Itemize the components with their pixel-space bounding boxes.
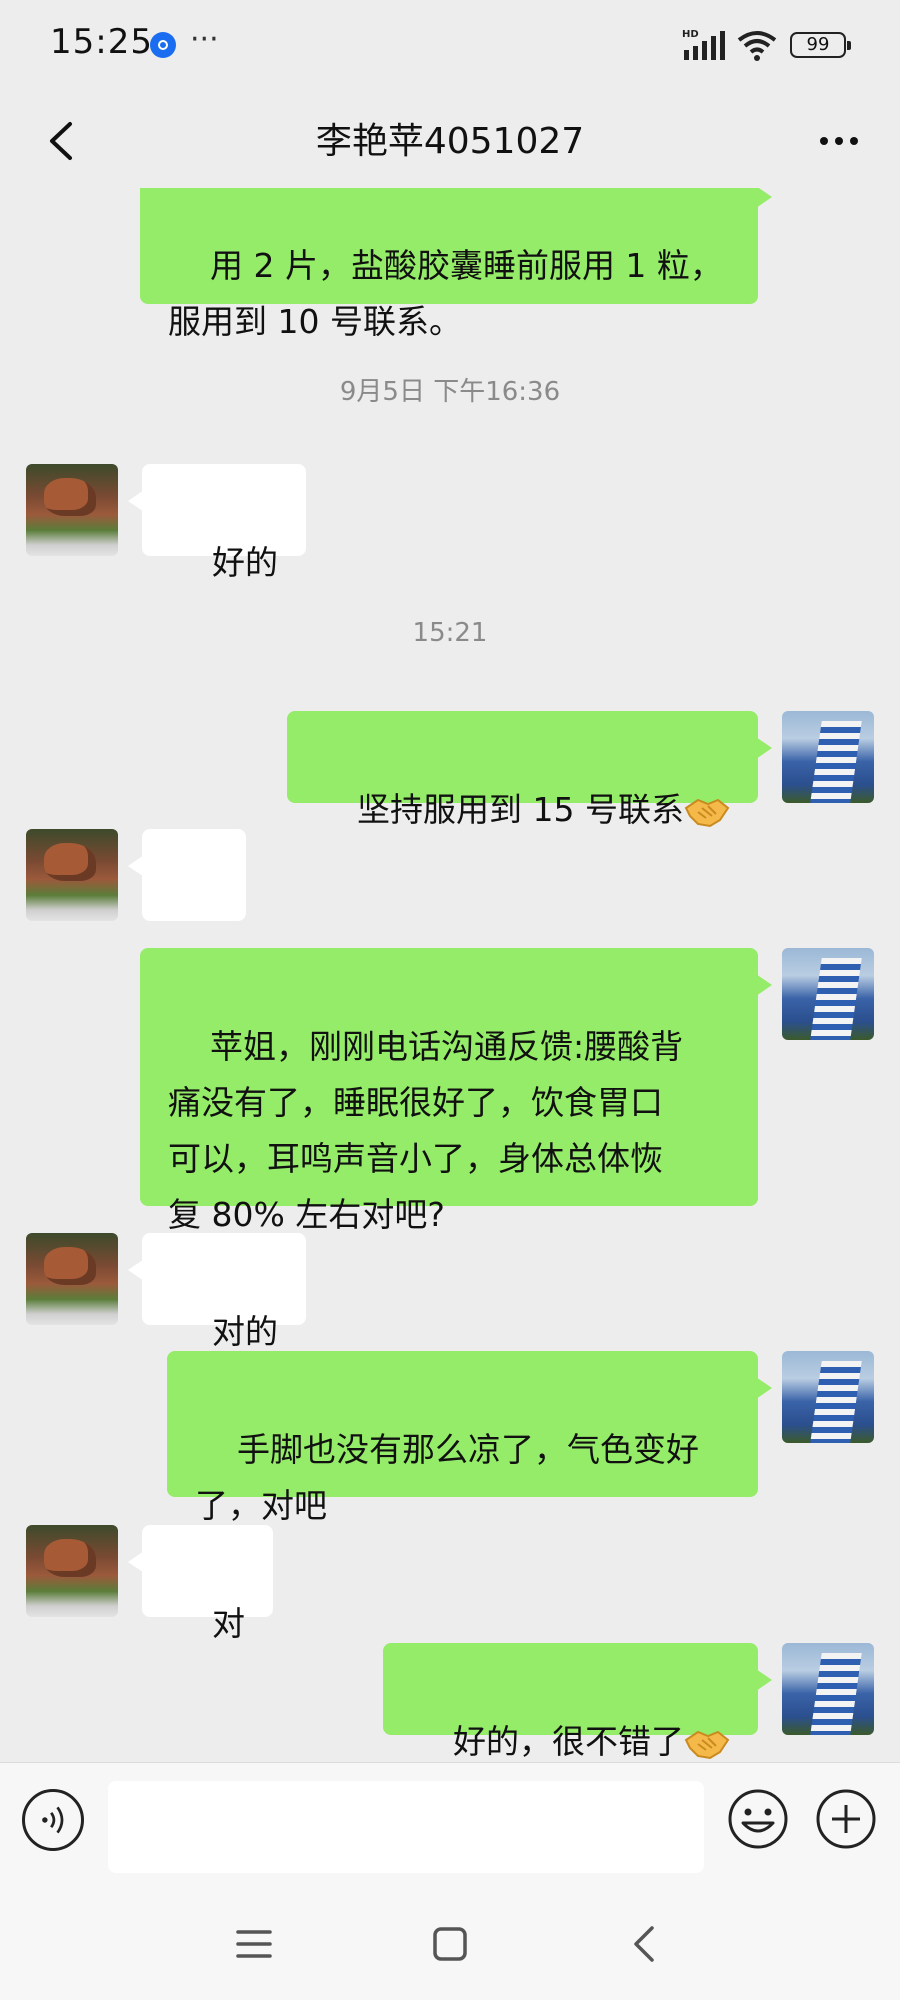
message-text: 好的 bbox=[211, 543, 278, 582]
back-icon[interactable] bbox=[620, 1918, 672, 1970]
message-text: 苹姐，刚刚电话沟通反馈:腰酸背 痛没有了，睡眠很好了，饮食胃口 可以，耳鸣声音小… bbox=[168, 1027, 684, 1234]
message-text: 好的，很不错了 bbox=[453, 1722, 684, 1761]
contact-avatar[interactable] bbox=[26, 1233, 118, 1325]
message-text: 手脚也没有那么凉了，气色变好 了，对吧 bbox=[195, 1430, 699, 1525]
timestamp: 15:21 bbox=[412, 618, 488, 648]
message-text: 对 bbox=[211, 1604, 245, 1643]
message-text: 坚持服用到 15 号联系 bbox=[357, 790, 684, 829]
timestamp: 9月5日 下午16:36 bbox=[339, 377, 561, 407]
signal-hd-label: HD bbox=[682, 29, 699, 40]
message-bubble-sent[interactable]: 用 2 片，盐酸胶囊睡前服用 1 粒， 服用到 10 号联系。 bbox=[140, 188, 772, 341]
app-notification-icon bbox=[150, 32, 176, 58]
status-time: 15:25 bbox=[50, 22, 153, 62]
battery-icon: 99 bbox=[790, 32, 851, 58]
message-bubble-received[interactable]: 好的 bbox=[128, 464, 306, 582]
message-bubble-sent[interactable]: 苹姐，刚刚电话沟通反馈:腰酸背 痛没有了，睡眠很好了，饮食胃口 可以，耳鸣声音小… bbox=[140, 948, 772, 1234]
handshake-emoji-icon bbox=[684, 1730, 730, 1759]
handshake-emoji-icon bbox=[684, 798, 730, 827]
message-input[interactable] bbox=[108, 1781, 704, 1873]
my-avatar[interactable] bbox=[782, 1351, 874, 1443]
voice-icon[interactable] bbox=[22, 1789, 84, 1851]
message-bubble-sent[interactable]: 手脚也没有那么凉了，气色变好 了，对吧 bbox=[167, 1351, 772, 1525]
my-avatar[interactable] bbox=[782, 1643, 874, 1735]
chat-header: 李艳苹4051027 bbox=[0, 92, 900, 188]
my-avatar[interactable] bbox=[782, 948, 874, 1040]
chevron-left-icon[interactable] bbox=[26, 106, 96, 176]
chat-message-list[interactable]: 用 2 片，盐酸胶囊睡前服用 1 粒， 服用到 10 号联系。 9月5日 下午1… bbox=[0, 188, 900, 1762]
my-avatar[interactable] bbox=[782, 711, 874, 803]
message-text: 对的 bbox=[211, 1312, 278, 1351]
wifi-icon bbox=[737, 31, 777, 61]
message-bubble-received[interactable]: 对 bbox=[128, 1525, 273, 1643]
signal-icon: HD bbox=[682, 29, 725, 60]
status-bar: 15:25 ··· HD 99 bbox=[0, 0, 900, 92]
message-bubble-sent[interactable]: 坚持服用到 15 号联系 bbox=[287, 711, 772, 829]
plus-icon[interactable] bbox=[814, 1787, 878, 1851]
system-navigation-bar bbox=[0, 1888, 900, 2000]
message-bubble-sent[interactable]: 好的，很不错了 bbox=[383, 1643, 772, 1761]
contact-avatar[interactable] bbox=[26, 1525, 118, 1617]
message-bubble-received[interactable]: 对的 bbox=[128, 1233, 306, 1351]
message-input-bar bbox=[0, 1762, 900, 1889]
menu-icon[interactable] bbox=[228, 1918, 280, 1970]
message-text: 用 2 片，盐酸胶囊睡前服用 1 粒， 服用到 10 号联系。 bbox=[168, 246, 723, 341]
contact-avatar[interactable] bbox=[26, 829, 118, 921]
home-icon[interactable] bbox=[424, 1918, 476, 1970]
emoji-icon[interactable] bbox=[726, 1787, 790, 1851]
contact-avatar[interactable] bbox=[26, 464, 118, 556]
chat-title: 李艳苹4051027 bbox=[315, 121, 585, 162]
message-bubble-received[interactable] bbox=[128, 829, 246, 1010]
status-more-indicator: ··· bbox=[190, 22, 219, 57]
more-dots-icon[interactable] bbox=[804, 106, 874, 176]
